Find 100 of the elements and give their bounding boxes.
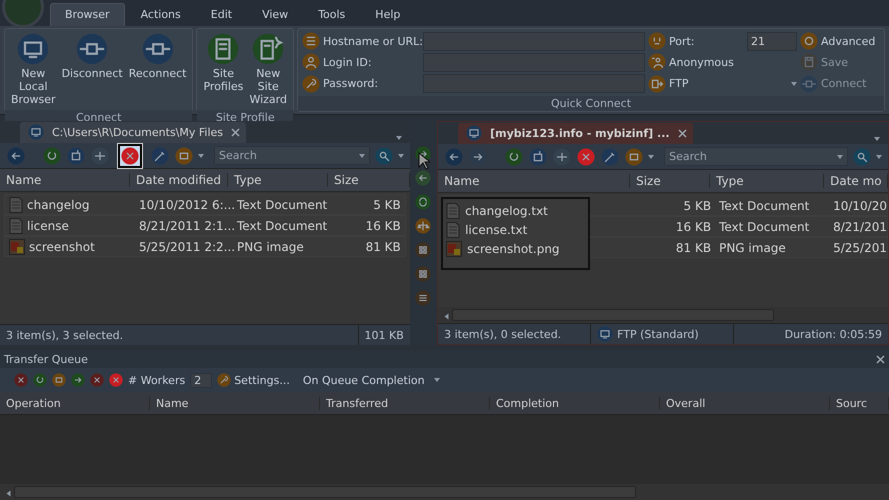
back-arrow-button[interactable] (444, 146, 464, 166)
refresh-icon (505, 148, 524, 166)
column-header[interactable]: Date modified (130, 173, 228, 187)
ribbon-button[interactable]: Reconnect (126, 31, 188, 108)
grid-button[interactable] (414, 241, 432, 259)
table-cell-text: Text Document (718, 198, 810, 212)
close-icon[interactable] (876, 354, 885, 364)
port-field[interactable]: 21 (747, 32, 797, 51)
plug-icon (800, 74, 818, 93)
text-file-icon (9, 196, 23, 212)
view-button[interactable] (624, 146, 644, 166)
table-cell-text: 5/25/2011 2:2... (138, 240, 233, 254)
delete-icon (121, 146, 139, 164)
completion-dropdown[interactable]: On Queue Completion (302, 374, 440, 386)
ribbon-tab[interactable]: Actions (126, 4, 195, 26)
forward-arrow-button[interactable] (468, 146, 488, 166)
ribbon-button[interactable]: New Local Browser (9, 31, 58, 108)
mouse-cursor-icon (418, 152, 430, 170)
back-arrow-button[interactable] (6, 146, 26, 166)
delete-button[interactable] (120, 146, 140, 166)
user-icon (648, 53, 666, 72)
ribbon-tab[interactable]: Tools (304, 4, 360, 26)
search-icon (374, 146, 393, 164)
view-button[interactable] (174, 146, 194, 166)
search-field[interactable]: Search (664, 147, 848, 166)
group-title: Quick Connect (298, 96, 884, 111)
status-text: 3 item(s), 3 selected. (5, 328, 124, 342)
ribbon-tab[interactable]: View (248, 4, 302, 26)
table-cell-text: 8/21/2011 2:1... (138, 218, 233, 232)
refresh-button[interactable] (42, 146, 62, 166)
file-row[interactable]: license 8/21/2011 2:1...Text Document 16 KB (4, 215, 406, 236)
refresh-button[interactable] (504, 146, 524, 166)
table-cell-text: 8/21/201 (832, 220, 887, 234)
ribbon-button[interactable]: Advanced (800, 32, 880, 50)
view-icon (52, 373, 66, 387)
pencil-button[interactable] (600, 146, 620, 166)
view-icon (175, 146, 193, 164)
pencil-button[interactable] (150, 146, 170, 166)
text-file-icon (446, 203, 460, 219)
column-header[interactable]: Size (630, 174, 710, 188)
file-row[interactable]: screenshot 5/25/2011 2:2...PNG image 81 KB (4, 236, 406, 257)
column-header[interactable]: Transferred (320, 396, 490, 410)
column-header[interactable]: Type (710, 174, 824, 188)
ribbon-tab[interactable]: Edit (196, 4, 246, 26)
settings-button[interactable]: Settings... (217, 373, 290, 387)
image-file-icon (446, 241, 462, 257)
refresh-icon (33, 373, 47, 387)
column-header[interactable]: Operation (0, 396, 150, 410)
column-header[interactable]: Name (438, 174, 630, 188)
grid-icon (415, 242, 432, 258)
field-label: Hostname or URL: (302, 32, 420, 50)
transfer-icon (648, 74, 666, 93)
protocol-dropdown[interactable]: FTP (648, 74, 797, 93)
ribbon-tab[interactable]: Browser (50, 3, 125, 26)
refresh-icon (43, 146, 61, 164)
search-field[interactable]: Search (214, 146, 370, 165)
column-header[interactable]: Overall (660, 396, 830, 410)
column-header[interactable]: Sourc (830, 396, 889, 410)
search-icon (853, 148, 871, 166)
column-header[interactable]: Date mo (824, 174, 888, 188)
file-name: changelog.txt (465, 204, 548, 218)
column-header[interactable]: Name (150, 396, 320, 410)
ribbon-tab[interactable]: Help (361, 4, 414, 26)
search-button[interactable] (852, 146, 872, 166)
table-cell-text: 16 KB (364, 218, 402, 232)
column-header[interactable]: Name (0, 173, 130, 187)
grid-icon (415, 266, 432, 282)
anonymous-toggle[interactable]: Anonymous (648, 53, 797, 72)
close-icon[interactable] (231, 128, 240, 136)
plug-icon (76, 33, 108, 65)
workers-spinner[interactable]: 2 (190, 372, 212, 388)
ribbon-button[interactable]: New Site Wizard (247, 31, 289, 108)
ribbon-button[interactable]: Site Profiles (201, 31, 246, 108)
column-header[interactable]: Type (228, 173, 328, 187)
grid-button[interactable] (414, 265, 432, 283)
horizontal-scrollbar[interactable] (438, 307, 888, 323)
close-icon[interactable] (678, 128, 687, 138)
list-button[interactable] (414, 289, 432, 307)
monitor-icon (466, 125, 482, 141)
pane-tab[interactable]: C:\Users\R\Documents\My Files (20, 122, 246, 143)
file-name: screenshot.png (467, 242, 560, 256)
plug-icon (142, 33, 174, 65)
monitor-icon (597, 326, 614, 342)
horizontal-scrollbar[interactable] (0, 484, 889, 500)
text-file-icon (446, 222, 460, 238)
list-icon (302, 32, 320, 50)
ribbon-button[interactable]: Disconnect (60, 31, 125, 108)
search-button[interactable] (374, 146, 394, 166)
toolbar-label: # Workers (128, 374, 186, 386)
table-cell-text: 81 KB (674, 240, 712, 254)
pane-tab[interactable]: [mybiz123.info - mybizinf] ... (458, 123, 693, 144)
field-label: Login ID: (302, 53, 420, 72)
sync-button[interactable] (414, 193, 432, 211)
left-arrow-button[interactable] (414, 169, 432, 187)
column-header[interactable]: Completion (490, 396, 660, 410)
scale-button[interactable] (414, 217, 432, 235)
save-icon (800, 53, 818, 72)
document-icon (207, 33, 240, 65)
file-row[interactable]: changelog 10/10/2012 6:...Text Document 5 KB (4, 194, 406, 215)
table-cell: changelog (27, 198, 90, 212)
